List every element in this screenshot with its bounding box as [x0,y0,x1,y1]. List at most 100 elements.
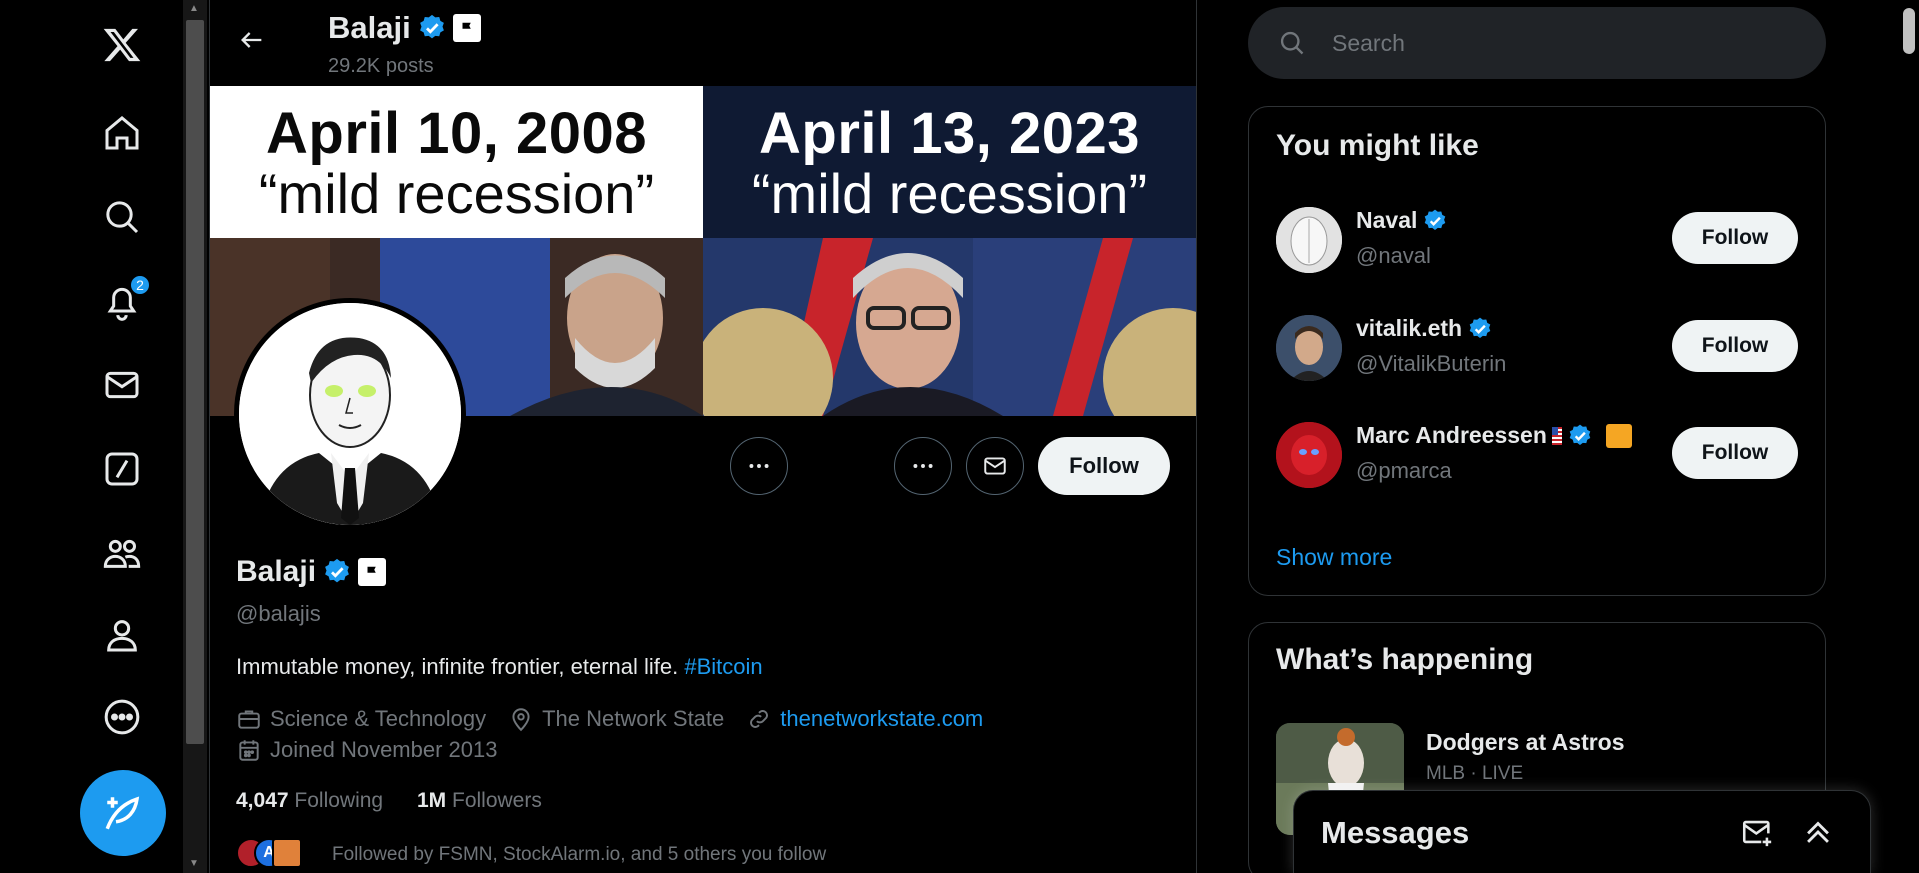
scroll-up-arrow[interactable]: ▲ [189,3,199,14]
suggested-user-handle: @VitalikButerin [1356,351,1507,376]
main-scrollbar[interactable]: ▲ ▼ [183,0,207,873]
user-name-text: Naval [1356,207,1418,233]
messages-icon[interactable] [99,362,145,408]
banner-right-photo [703,238,1196,416]
suggested-user[interactable]: vitalik.eth @VitalikButerin Follow [1276,315,1798,385]
suggested-user-handle: @naval [1356,243,1431,268]
banner-right-date: April 13, 2023 [759,101,1140,166]
follow-button[interactable]: Follow [1672,212,1798,264]
suggested-user-name: vitalik.eth [1356,315,1493,342]
affiliate-flag-icon[interactable] [358,558,387,586]
post-count: 29.2K posts [328,55,434,77]
suggested-user[interactable]: Naval @naval Follow [1276,207,1798,277]
profile-handle: @balajis [236,601,321,626]
home-icon[interactable] [99,110,145,156]
avatar [1276,422,1342,488]
you-might-like-title: You might like [1276,129,1479,162]
message-button[interactable] [966,437,1024,495]
followed-by-text: Followed by FSMN, StockAlarm.io, and 5 o… [332,844,827,865]
scrollbar-thumb[interactable] [186,20,204,744]
verified-badge-icon [1569,424,1591,445]
location-pin-icon [512,708,530,732]
ellipsis-icon [749,464,769,468]
left-navigation: 2 [0,0,183,873]
avatar [1276,207,1342,273]
x-logo-icon[interactable] [99,22,145,68]
scroll-down-arrow[interactable]: ▼ [189,858,199,869]
profile-name-text: Balaji [236,555,317,588]
search-placeholder: Search [1332,29,1405,56]
double-chevron-up-icon [1807,821,1829,843]
notification-count-badge: 2 [129,274,151,296]
affiliate-flag-icon[interactable] [452,14,481,42]
new-message-button[interactable] [1740,815,1774,854]
trend-subtitle: MLB · LIVE [1426,763,1524,784]
follow-button[interactable]: Follow [1672,427,1798,479]
back-button[interactable] [232,20,272,60]
verified-badge-icon [1469,317,1491,338]
suggested-user-name: Naval [1356,207,1448,234]
communities-icon[interactable] [99,530,145,576]
a16z-affiliate-icon [1605,423,1632,448]
profile-icon[interactable] [99,612,145,658]
suggested-user[interactable]: Marc Andreessen @pmarca Follow [1276,422,1798,492]
banner-left-quote: “mild recession” [258,162,655,225]
messages-title: Messages [1321,815,1470,850]
you-might-like-panel: You might like Naval @naval Follow vital… [1248,106,1826,596]
suggested-user-name: Marc Andreessen [1356,422,1632,449]
header-profile-name: Balaji [328,10,481,46]
profile-name: Balaji [236,555,387,589]
follow-button[interactable]: Follow [1038,437,1170,495]
explore-icon[interactable] [99,194,145,240]
profile-avatar[interactable] [234,298,466,530]
verified-badge-icon [325,558,349,583]
following-label: Following [294,789,384,812]
notifications-icon[interactable]: 2 [99,274,151,324]
collapse-messages-button[interactable] [1801,815,1835,854]
bio-text: Immutable money, infinite frontier, eter… [236,654,679,679]
joined-date: Joined November 2013 [270,737,498,762]
us-flag-icon [1551,426,1562,445]
link-icon [750,710,769,728]
page-scrollbar[interactable] [1899,0,1919,873]
following-link[interactable]: 4,047 Following [236,789,383,812]
calendar-icon [239,740,259,761]
more-options-button[interactable] [730,437,788,495]
arrow-left-icon [241,32,262,48]
followed-by-row[interactable]: A Followed by FSMN, StockAlarm.io, and 5… [236,838,826,872]
avatar [1276,315,1342,381]
user-name-text: Marc Andreessen [1356,422,1547,448]
profile-joined: Joined November 2013 [236,737,497,763]
envelope-icon [984,457,1006,475]
new-message-icon [1742,820,1772,847]
profile-stats: 4,047 Following 1M Followers [236,789,542,813]
search-icon [1280,31,1304,55]
messages-drawer[interactable]: Messages [1293,790,1871,873]
search-input[interactable]: Search [1248,7,1826,79]
followed-by-avatars: A [236,838,302,872]
followers-count: 1M [416,789,447,812]
follow-button[interactable]: Follow [1672,320,1798,372]
banner-left-date: April 10, 2008 [266,101,647,166]
profile-location: The Network State [542,706,725,731]
followers-link[interactable]: 1M Followers [417,789,542,812]
ellipsis-icon [913,464,933,468]
profile-website-link[interactable]: thenetworkstate.com [780,706,983,732]
grok-icon[interactable] [99,446,145,492]
following-count: 4,047 [236,789,289,812]
compose-post-icon [105,796,140,830]
more-icon[interactable] [99,694,145,740]
verified-badge-icon [419,14,444,39]
more-options-button-2[interactable] [894,437,952,495]
compose-post-button[interactable] [80,770,166,856]
bio-hashtag-link[interactable]: #Bitcoin [684,654,762,679]
show-more-link[interactable]: Show more [1276,544,1392,571]
banner-right-panel: April 13, 2023 “mild recession” [703,86,1196,416]
user-name-text: vitalik.eth [1356,315,1463,341]
trend-title[interactable]: Dodgers at Astros [1426,729,1625,756]
profile-bio: Immutable money, infinite frontier, eter… [236,654,763,680]
briefcase-icon [238,710,260,729]
page-scrollbar-thumb[interactable] [1903,8,1915,54]
banner-right-quote: “mild recession” [751,162,1148,225]
header-name-text: Balaji [328,10,411,45]
